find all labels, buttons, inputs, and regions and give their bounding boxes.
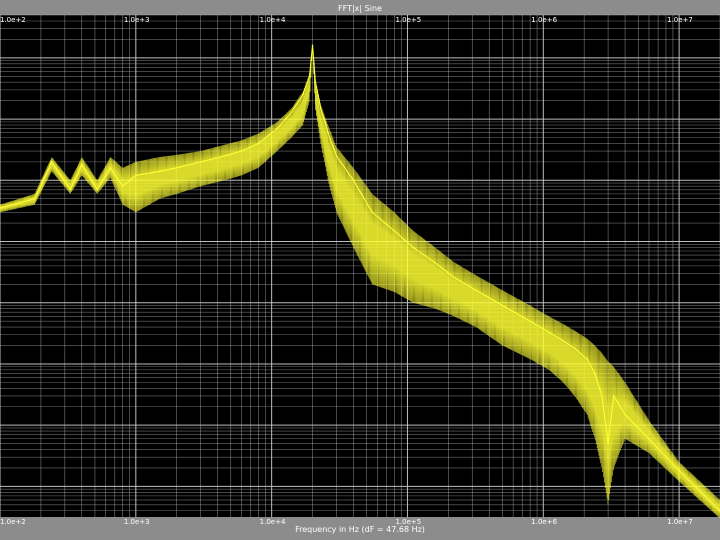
data-point: [335, 155, 338, 157]
data-point: [624, 413, 626, 416]
data-point: [69, 188, 72, 191]
data-point: [601, 395, 603, 397]
data-point: [313, 62, 315, 65]
data-point: [573, 347, 576, 350]
data-point: [562, 339, 564, 342]
data-point: [352, 179, 355, 182]
data-point: [314, 81, 317, 84]
plot-svg: [0, 14, 720, 518]
data-point: [594, 372, 596, 375]
data-point: [434, 261, 436, 264]
data-point: [257, 142, 260, 145]
x-tick-label-top: 1.0e+6: [531, 16, 558, 24]
data-point: [302, 93, 304, 96]
data-point: [393, 229, 396, 232]
data-point: [33, 197, 36, 200]
data-point: [607, 442, 609, 445]
data-point: [223, 155, 226, 157]
data-point: [453, 276, 455, 279]
data-point: [648, 437, 650, 440]
data-point: [678, 469, 680, 472]
data-point: [412, 246, 414, 249]
data-point: [121, 185, 124, 188]
data-point: [308, 75, 311, 78]
data-point: [327, 131, 329, 134]
data-point: [199, 161, 202, 163]
data-point: [175, 166, 178, 169]
data-point: [240, 150, 243, 152]
fft-window: FFT|x| Sine 1.0e+2 1.0e+2 1.0e+3 1.0e+3 1.0e…: [0, 0, 720, 540]
data-point: [371, 211, 374, 214]
data-point: [586, 358, 588, 360]
data-point: [501, 304, 504, 307]
x-tick-label-top: 1.0e+2: [0, 16, 26, 24]
data-point: [548, 331, 550, 334]
data-point: [96, 188, 99, 191]
data-point: [80, 163, 83, 166]
data-point: [311, 44, 314, 47]
x-axis-label: Frequency in Hz (dF = 47.68 Hz): [295, 525, 425, 534]
data-point: [612, 395, 615, 397]
data-point: [290, 111, 293, 113]
x-tick-label-top: 1.0e+3: [123, 16, 150, 24]
data-point: [276, 127, 279, 130]
data-point: [319, 107, 322, 110]
data-point: [109, 166, 112, 169]
data-point: [158, 170, 161, 173]
data-point: [475, 289, 477, 292]
data-point: [135, 174, 137, 177]
x-tick-label-top: 1.0e+4: [259, 16, 286, 24]
data-point: [310, 59, 312, 62]
data-point: [529, 320, 531, 322]
x-tick-label-top: 1.0e+5: [395, 16, 422, 24]
data-point: [50, 161, 53, 163]
x-tick-label-top: 1.0e+7: [667, 16, 693, 24]
